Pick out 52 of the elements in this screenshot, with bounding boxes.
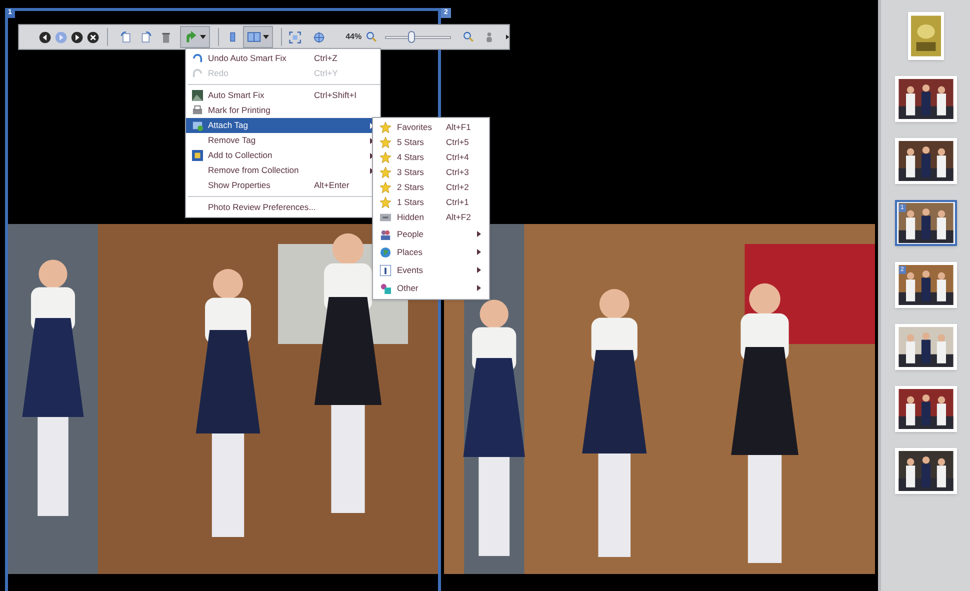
star-icon bbox=[380, 182, 390, 193]
menu-item[interactable]: Undo Auto Smart Fix Ctrl+Z bbox=[186, 51, 380, 66]
submenu-item[interactable]: People bbox=[373, 225, 489, 243]
zoom-level: 44% bbox=[346, 31, 362, 43]
star-icon bbox=[380, 197, 390, 208]
curved-arrow-icon bbox=[184, 30, 198, 44]
previous-button[interactable] bbox=[39, 30, 52, 44]
submenu-item[interactable]: 1 Stars Ctrl+1 bbox=[373, 195, 489, 210]
slider-thumb[interactable] bbox=[408, 31, 416, 43]
thumbnail[interactable] bbox=[908, 12, 944, 60]
split-view-icon bbox=[246, 30, 261, 44]
thumbnail[interactable] bbox=[894, 386, 956, 432]
split-view-dropdown-button[interactable] bbox=[242, 26, 273, 48]
zoom-slider[interactable] bbox=[384, 31, 452, 43]
zoom-in-icon[interactable] bbox=[463, 30, 474, 44]
submenu-item[interactable]: Events bbox=[373, 261, 489, 279]
caret-icon[interactable] bbox=[506, 34, 509, 40]
thumbnail[interactable] bbox=[894, 138, 956, 184]
caret-icon bbox=[262, 35, 269, 39]
close-button[interactable] bbox=[87, 30, 100, 44]
star-icon bbox=[380, 122, 390, 133]
printer-icon bbox=[192, 105, 202, 116]
people-icon bbox=[380, 228, 390, 240]
star-icon bbox=[380, 137, 390, 148]
globe-icon bbox=[380, 246, 390, 258]
submenu-arrow-icon bbox=[477, 285, 481, 291]
menu-item[interactable]: Mark for Printing bbox=[186, 103, 380, 118]
next-button[interactable] bbox=[71, 30, 84, 44]
star-icon bbox=[380, 152, 390, 163]
submenu-item[interactable]: 5 Stars Ctrl+5 bbox=[373, 135, 489, 150]
submenu-item[interactable]: 4 Stars Ctrl+4 bbox=[373, 150, 489, 165]
submenu-item[interactable]: Hidden Alt+F2 bbox=[373, 210, 489, 225]
submenu-item[interactable]: 2 Stars Ctrl+2 bbox=[373, 180, 489, 195]
submenu-arrow-icon bbox=[477, 249, 481, 255]
zoom-out-icon[interactable] bbox=[366, 30, 377, 44]
thumbnail[interactable] bbox=[894, 76, 956, 122]
rotate-left-icon[interactable] bbox=[120, 30, 132, 44]
redo-icon bbox=[192, 68, 202, 79]
star-icon bbox=[380, 167, 390, 178]
calendar-icon bbox=[380, 264, 390, 276]
undo-icon bbox=[192, 53, 202, 64]
submenu-arrow-icon bbox=[477, 267, 481, 273]
thumbnail[interactable] bbox=[894, 324, 956, 370]
menu-item[interactable]: Auto Smart Fix Ctrl+Shift+I bbox=[186, 88, 380, 103]
submenu-arrow-icon bbox=[477, 231, 481, 237]
submenu-item[interactable]: 3 Stars Ctrl+3 bbox=[373, 165, 489, 180]
submenu-item[interactable]: Places bbox=[373, 243, 489, 261]
rotate-right-icon[interactable] bbox=[140, 30, 152, 44]
caret-icon bbox=[200, 35, 206, 39]
fit-screen-icon[interactable] bbox=[289, 30, 302, 44]
thumbnail[interactable] bbox=[894, 448, 956, 494]
submenu-item[interactable]: Other bbox=[373, 279, 489, 297]
